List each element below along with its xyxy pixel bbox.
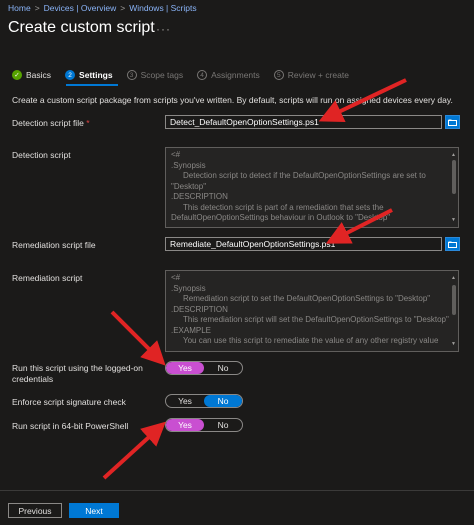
tab-basics[interactable]: ✓ Basics	[12, 70, 51, 80]
signature-check-label: Enforce script signature check	[12, 397, 126, 407]
step-number: 4	[197, 70, 208, 80]
folder-icon	[448, 119, 457, 126]
breadcrumb-separator: >	[120, 3, 126, 13]
ps64-no-option[interactable]: No	[204, 419, 242, 431]
step-label: Settings	[79, 70, 113, 80]
logged-on-no-option[interactable]: No	[204, 362, 242, 374]
scroll-down-icon: ▼	[451, 216, 456, 223]
step-number: 2	[65, 70, 76, 80]
step-number: 5	[273, 70, 284, 80]
tab-scope-tags[interactable]: 3 Scope tags	[126, 70, 184, 80]
tab-settings[interactable]: 2 Settings	[65, 70, 113, 80]
ps64-toggle[interactable]: Yes No	[165, 418, 243, 432]
intro-text: Create a custom script package from scri…	[12, 95, 453, 105]
arrow-to-ps64-toggle	[102, 421, 166, 480]
folder-icon	[448, 241, 457, 248]
logged-on-yes-option[interactable]: Yes	[166, 362, 204, 374]
detection-file-input[interactable]: Detect_DefaultOpenOptionSettings.ps1	[165, 115, 442, 129]
remediation-file-input[interactable]: Remediate_DefaultOpenOptionSettings.ps1	[165, 237, 442, 251]
logged-on-toggle[interactable]: Yes No	[165, 361, 243, 375]
remediation-file-label: Remediation script file	[12, 240, 96, 250]
active-tab-indicator	[66, 84, 118, 86]
breadcrumb-windows-scripts[interactable]: Windows | Scripts	[129, 3, 196, 13]
step-label: Assignments	[211, 70, 260, 80]
scroll-up-icon: ▲	[451, 152, 456, 158]
detection-browse-button[interactable]	[445, 115, 460, 129]
ps64-label: Run script in 64-bit PowerShell	[12, 421, 129, 431]
remediation-script-textarea[interactable]: <# .Synopsis Remediation script to set t…	[165, 270, 459, 352]
scroll-down-icon: ▼	[451, 340, 456, 347]
step-label: Review + create	[287, 70, 349, 80]
signature-check-toggle[interactable]: Yes No	[165, 394, 243, 408]
step-label: Basics	[26, 70, 52, 80]
remediation-browse-button[interactable]	[445, 237, 460, 251]
arrow-to-logged-on-toggle	[110, 310, 166, 366]
scrollbar-thumb	[452, 160, 456, 194]
footer-divider	[0, 490, 474, 491]
signature-no-option[interactable]: No	[204, 395, 242, 407]
breadcrumb-devices[interactable]: Devices | Overview	[44, 3, 117, 13]
detection-script-label: Detection script	[12, 150, 71, 160]
scrollbar[interactable]: ▲ ▼	[451, 273, 457, 349]
ps64-yes-option[interactable]: Yes	[166, 419, 204, 431]
tab-review-create[interactable]: 5 Review + create	[273, 70, 349, 80]
breadcrumb-home[interactable]: Home	[8, 3, 31, 13]
breadcrumb: Home > Devices | Overview > Windows | Sc…	[8, 3, 197, 13]
step-number: 3	[126, 70, 137, 80]
page-title: Create custom script	[8, 19, 155, 36]
next-button[interactable]: Next	[69, 503, 119, 518]
previous-button[interactable]: Previous	[8, 503, 62, 518]
step-label: Scope tags	[140, 70, 184, 80]
checkmark-icon: ✓	[12, 70, 22, 80]
detection-file-label: Detection script file *	[12, 118, 90, 128]
scrollbar-thumb	[452, 285, 456, 315]
wizard-steps: ✓ Basics 2 Settings 3 Scope tags 4 Assig…	[12, 70, 349, 80]
logged-on-label: Run this script using the logged-on cred…	[12, 363, 143, 384]
scrollbar[interactable]: ▲ ▼	[451, 150, 457, 225]
more-options-button[interactable]: ···	[156, 22, 171, 36]
tab-assignments[interactable]: 4 Assignments	[197, 70, 260, 80]
scroll-up-icon: ▲	[451, 275, 456, 281]
signature-yes-option[interactable]: Yes	[166, 395, 204, 407]
breadcrumb-separator: >	[34, 3, 40, 13]
remediation-script-label: Remediation script	[12, 273, 83, 283]
required-mark: *	[86, 118, 90, 128]
detection-script-textarea[interactable]: <# .Synopsis Detection script to detect …	[165, 147, 459, 228]
